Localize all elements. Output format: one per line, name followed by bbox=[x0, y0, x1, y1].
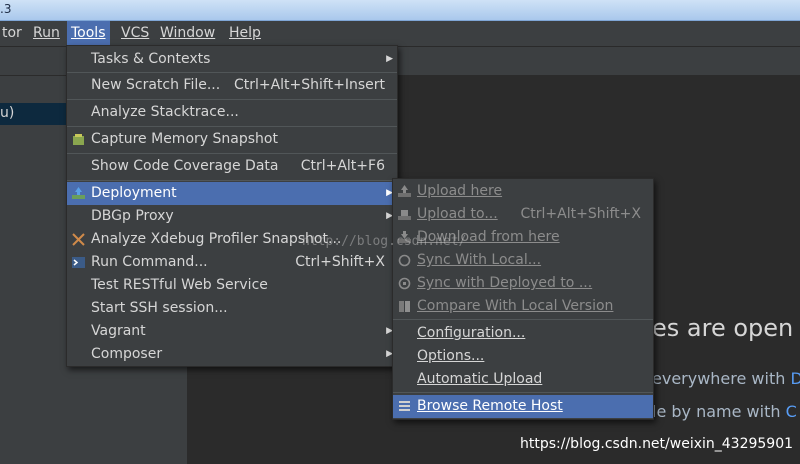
menu-separator bbox=[67, 126, 397, 127]
hint-text: everywhere with bbox=[652, 369, 786, 388]
editor-hint-goto-file: le by name with C bbox=[652, 402, 797, 421]
window-title: .3 bbox=[0, 2, 12, 16]
menu-item-label: Sync With Local... bbox=[417, 252, 542, 268]
watermark-diagonal: http://blog.csdn.net/ bbox=[302, 234, 467, 249]
tools-menu: Tasks & Contexts ▶ New Scratch File... C… bbox=[66, 45, 398, 367]
menu-tools-label: Tools bbox=[71, 25, 106, 41]
remote-host-icon bbox=[399, 401, 410, 411]
menu-item-shortcut: Ctrl+Alt+Shift+Insert bbox=[233, 77, 385, 93]
menu-item-options[interactable]: Options... bbox=[393, 345, 653, 368]
window-titlebar: .3 bbox=[0, 0, 800, 21]
menu-item-sync-with-deployed: Sync with Deployed to ... bbox=[393, 272, 653, 295]
menu-item-label: Browse Remote Host bbox=[417, 398, 563, 414]
sync-deployed-icon bbox=[398, 277, 411, 290]
menu-item-capture-memory-snapshot[interactable]: Capture Memory Snapshot bbox=[67, 128, 397, 151]
menu-item-show-code-coverage[interactable]: Show Code Coverage Data Ctrl+Alt+F6 bbox=[67, 155, 397, 178]
menu-item-label: Sync with Deployed to ... bbox=[417, 275, 593, 291]
memory-snapshot-icon bbox=[73, 134, 84, 145]
menu-item-shortcut: Ctrl+Alt+Shift+X bbox=[520, 206, 641, 222]
menu-run[interactable]: Run bbox=[29, 21, 64, 46]
menu-separator bbox=[67, 72, 397, 73]
submenu-arrow-icon: ▶ bbox=[386, 54, 393, 64]
editor-hint-search-everywhere: everywhere with Do bbox=[652, 369, 800, 388]
editor-empty-title: es are open bbox=[652, 314, 794, 342]
menu-item-start-ssh[interactable]: Start SSH session... bbox=[67, 297, 397, 320]
menu-item-browse-remote-host[interactable]: Browse Remote Host bbox=[393, 395, 653, 418]
menu-help-label: Help bbox=[229, 25, 261, 41]
menu-item-label: Run Command... bbox=[91, 254, 208, 270]
menu-item-label: Upload to... bbox=[417, 206, 498, 222]
menu-item-label: Test RESTful Web Service bbox=[91, 277, 268, 293]
menu-help[interactable]: Help bbox=[225, 21, 265, 46]
menu-item-label: DBGp Proxy bbox=[91, 208, 174, 224]
menu-item-label: Vagrant bbox=[91, 323, 146, 339]
xdebug-icon bbox=[72, 233, 85, 246]
menu-item-label: Tasks & Contexts bbox=[91, 51, 211, 67]
menu-vcs-label: VCS bbox=[121, 25, 150, 41]
menu-item-new-scratch-file[interactable]: New Scratch File... Ctrl+Alt+Shift+Inser… bbox=[67, 74, 397, 97]
menu-item-label: Composer bbox=[91, 346, 163, 362]
menu-separator bbox=[67, 99, 397, 100]
hint-shortcut: Do bbox=[790, 369, 800, 388]
sync-icon bbox=[398, 254, 411, 267]
menu-item-upload-here: Upload here bbox=[393, 180, 653, 203]
menu-item-compare-with-local: Compare With Local Version bbox=[393, 295, 653, 318]
menu-item-test-restful[interactable]: Test RESTful Web Service bbox=[67, 274, 397, 297]
menu-item-label: Configuration... bbox=[417, 325, 526, 341]
menu-item-automatic-upload[interactable]: Automatic Upload bbox=[393, 368, 653, 391]
menu-item-label: Options... bbox=[417, 348, 485, 364]
main-menubar: tor Run Tools VCS Window Help bbox=[0, 21, 800, 47]
menu-item-label: Automatic Upload bbox=[417, 371, 543, 387]
menu-navigate-fragment[interactable]: tor bbox=[0, 21, 26, 46]
deployment-submenu: Upload here Upload to... Ctrl+Alt+Shift+… bbox=[392, 178, 654, 420]
menu-item-label: Show Code Coverage Data bbox=[91, 158, 279, 174]
menu-item-analyze-stacktrace[interactable]: Analyze Stacktrace... bbox=[67, 101, 397, 124]
menu-item-label: Deployment bbox=[91, 185, 177, 201]
menu-item-label: New Scratch File... bbox=[91, 77, 221, 93]
menu-item-label: Capture Memory Snapshot bbox=[91, 131, 278, 147]
menu-item-tasks-contexts[interactable]: Tasks & Contexts ▶ bbox=[67, 48, 397, 71]
menu-run-label: Run bbox=[33, 25, 60, 41]
menu-separator bbox=[67, 153, 397, 154]
hint-text: le by name with bbox=[652, 402, 781, 421]
menu-separator bbox=[393, 392, 653, 393]
menu-item-label: Analyze Stacktrace... bbox=[91, 104, 239, 120]
menu-item-label: Start SSH session... bbox=[91, 300, 228, 316]
upload-icon bbox=[398, 185, 411, 197]
menu-separator bbox=[393, 319, 653, 320]
menu-item-shortcut: Ctrl+Shift+X bbox=[295, 254, 385, 270]
menu-separator bbox=[67, 180, 397, 181]
menu-window[interactable]: Window bbox=[156, 21, 219, 46]
menu-item-sync-with-local: Sync With Local... bbox=[393, 249, 653, 272]
menu-tools[interactable]: Tools bbox=[67, 21, 110, 46]
upload-to-icon bbox=[398, 210, 411, 220]
menu-item-shortcut: Ctrl+Alt+F6 bbox=[300, 158, 385, 174]
menu-item-upload-to: Upload to... Ctrl+Alt+Shift+X bbox=[393, 203, 653, 226]
compare-icon bbox=[399, 301, 410, 312]
menu-item-vagrant[interactable]: Vagrant ▶ bbox=[67, 320, 397, 343]
menu-item-dbgp-proxy[interactable]: DBGp Proxy ▶ bbox=[67, 205, 397, 228]
menu-item-label: Upload here bbox=[417, 183, 503, 199]
deployment-icon bbox=[72, 187, 85, 199]
watermark-url: https://blog.csdn.net/weixin_43295901 bbox=[520, 436, 794, 452]
hint-shortcut: C bbox=[785, 402, 797, 421]
menu-item-run-command[interactable]: Run Command... Ctrl+Shift+X bbox=[67, 251, 397, 274]
menu-item-label: Compare With Local Version bbox=[417, 298, 614, 314]
terminal-icon bbox=[72, 257, 85, 268]
menu-item-composer[interactable]: Composer ▶ bbox=[67, 343, 397, 366]
menu-window-label: Window bbox=[160, 25, 216, 41]
menu-item-deployment[interactable]: Deployment ▶ bbox=[67, 182, 397, 205]
menu-item-configuration[interactable]: Configuration... bbox=[393, 322, 653, 345]
project-tree-item-label: u) bbox=[0, 105, 15, 121]
menu-vcs[interactable]: VCS bbox=[117, 21, 153, 46]
